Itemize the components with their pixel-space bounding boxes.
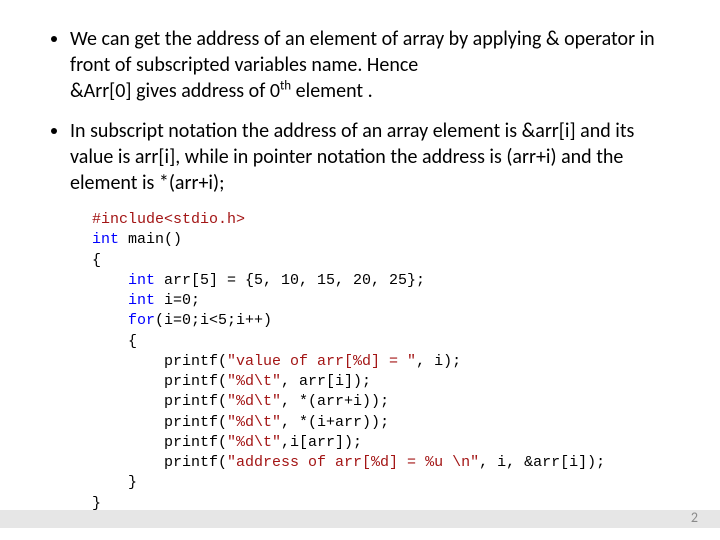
code-line-3: { — [92, 251, 680, 271]
bullet-list: We can get the address of an element of … — [40, 26, 680, 196]
bullet-1-text-b: &Arr[0] gives address of 0 — [70, 79, 280, 103]
code-line-9: printf("%d\t", arr[i]); — [92, 372, 680, 392]
code-block: #include<stdio.h> int main() { int arr[5… — [92, 210, 680, 514]
code-line-8: printf("value of arr[%d] = ", i); — [92, 352, 680, 372]
code-line-14: } — [92, 473, 680, 493]
code-line-10: printf("%d\t", *(arr+i)); — [92, 392, 680, 412]
page-number: 2 — [691, 509, 698, 526]
bullet-2: In subscript notation the address of an … — [70, 118, 680, 196]
code-line-6: for(i=0;i<5;i++) — [92, 311, 680, 331]
bullet-1-sup: th — [280, 78, 291, 93]
code-line-2: int main() — [92, 230, 680, 250]
bullet-1: We can get the address of an element of … — [70, 26, 680, 104]
code-line-4: int arr[5] = {5, 10, 15, 20, 25}; — [92, 271, 680, 291]
bullet-1-text-c: element . — [291, 79, 373, 103]
bullet-2-text: In subscript notation the address of an … — [70, 119, 634, 195]
slide: We can get the address of an element of … — [0, 0, 720, 540]
code-line-12: printf("%d\t",i[arr]); — [92, 433, 680, 453]
code-line-1: #include<stdio.h> — [92, 210, 680, 230]
code-line-13: printf("address of arr[%d] = %u \n", i, … — [92, 453, 680, 473]
code-line-7: { — [92, 332, 680, 352]
bullet-1-text-a: We can get the address of an element of … — [70, 27, 655, 77]
code-line-5: int i=0; — [92, 291, 680, 311]
code-line-11: printf("%d\t", *(i+arr)); — [92, 413, 680, 433]
footer-bar — [0, 510, 720, 528]
